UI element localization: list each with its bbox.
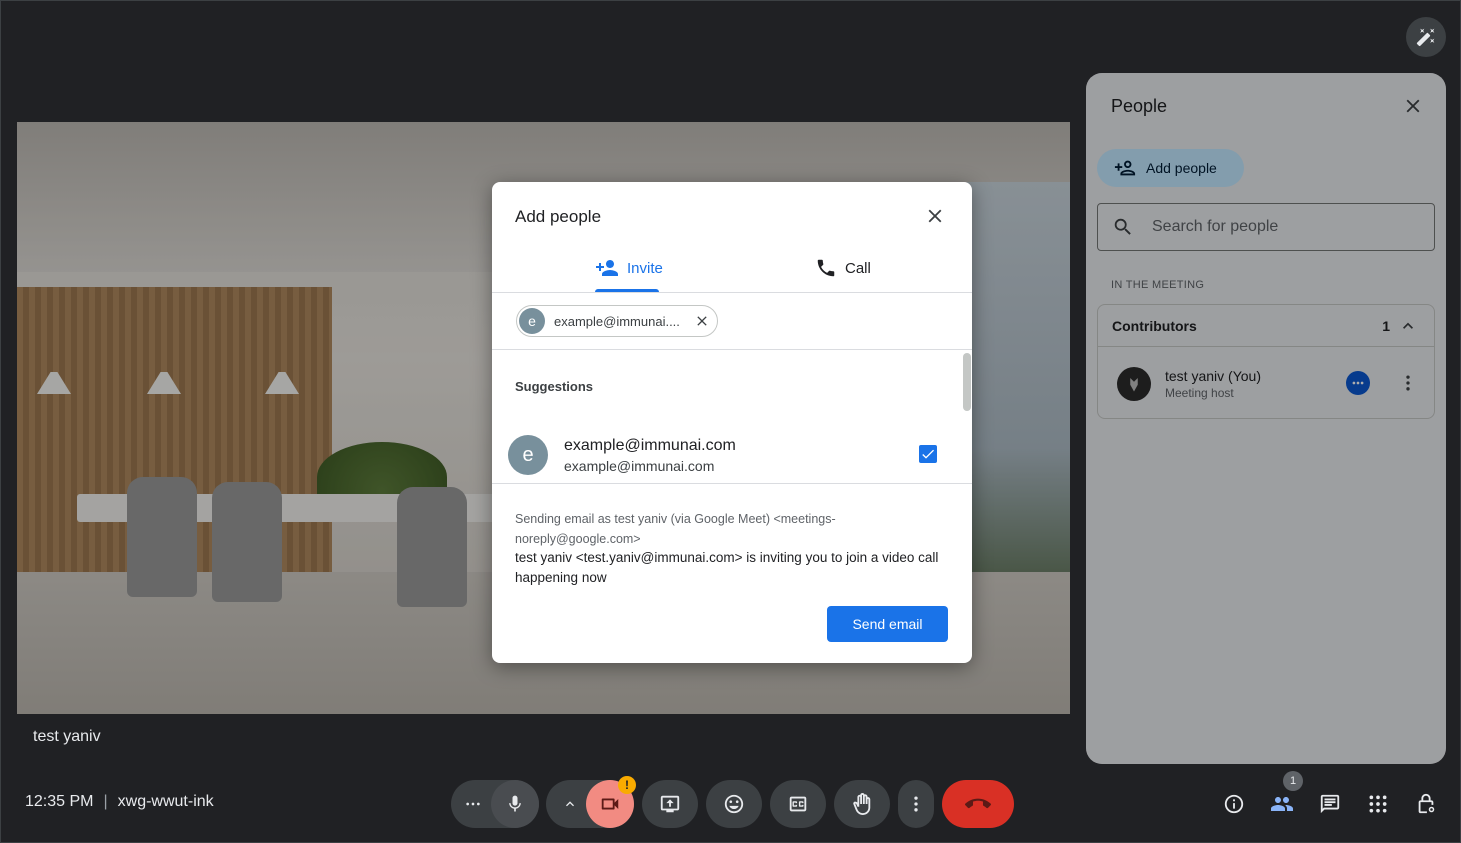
people-panel-close-button[interactable] xyxy=(1402,95,1424,117)
participant-name-label: test yaniv xyxy=(33,728,101,745)
end-call-icon xyxy=(965,798,991,809)
video-options-button[interactable] xyxy=(562,796,578,812)
people-icon xyxy=(1271,797,1293,811)
remove-invitee-button[interactable] xyxy=(694,313,710,329)
close-icon xyxy=(1406,99,1420,113)
suggestion-avatar: e xyxy=(508,435,548,475)
dialog-close-button[interactable] xyxy=(924,205,946,227)
more-vert-icon xyxy=(1406,375,1410,391)
meet-window: test yaniv 12:35 PM | xwg-wwut-ink ! 1 P… xyxy=(0,0,1461,843)
captions-icon xyxy=(789,796,807,812)
suggestion-item[interactable]: e example@immunai.com example@immunai.co… xyxy=(508,432,958,478)
search-people-input[interactable]: Search for people xyxy=(1097,203,1435,251)
chevron-up-icon xyxy=(1403,322,1413,329)
participant-name: test yaniv (You) xyxy=(1165,368,1261,384)
check-icon xyxy=(922,449,934,459)
person-add-icon xyxy=(1114,160,1136,176)
people-panel: People Add people Search for people IN T… xyxy=(1086,73,1446,764)
magic-wand-icon xyxy=(1416,28,1435,47)
invite-message: test yaniv <test.yaniv@immunai.com> is i… xyxy=(515,550,939,585)
meeting-details-button[interactable] xyxy=(1222,792,1246,816)
suggestion-email: example@immunai.com xyxy=(564,457,715,474)
contributors-group: Contributors 1 test yaniv (You) Meeting … xyxy=(1097,304,1435,419)
tab-invite[interactable]: Invite xyxy=(595,245,663,291)
suggestions-scrollbar[interactable] xyxy=(963,353,971,411)
close-icon xyxy=(697,316,707,326)
add-people-label: Add people xyxy=(1146,160,1217,176)
more-icon xyxy=(1352,381,1364,385)
chevron-up-icon xyxy=(566,801,574,807)
person-add-icon xyxy=(596,260,618,276)
search-placeholder: Search for people xyxy=(1152,218,1279,235)
tab-call[interactable]: Call xyxy=(815,245,871,291)
chip-email: example@immunai.... xyxy=(554,313,680,329)
captions-button[interactable] xyxy=(770,780,826,828)
participant-row: test yaniv (You) Meeting host xyxy=(1098,349,1434,419)
mic-button[interactable] xyxy=(491,780,539,828)
suggestion-name: example@immunai.com xyxy=(564,436,736,454)
emoji-icon xyxy=(724,794,744,814)
contributors-header[interactable]: Contributors 1 xyxy=(1098,305,1434,347)
close-icon xyxy=(928,209,942,223)
invitee-chip: e example@immunai.... xyxy=(516,305,718,337)
in-meeting-section-label: IN THE MEETING xyxy=(1111,279,1205,291)
contributors-label: Contributors xyxy=(1112,317,1197,334)
raise-hand-button[interactable] xyxy=(834,780,890,828)
avatar-logo-icon xyxy=(1130,378,1138,392)
send-email-button[interactable]: Send email xyxy=(827,606,948,642)
leave-call-button[interactable] xyxy=(942,780,1014,828)
more-options-button[interactable] xyxy=(898,780,934,828)
search-icon xyxy=(1114,218,1131,235)
divider xyxy=(492,349,972,350)
info-icon xyxy=(1224,794,1244,814)
raise-hand-icon xyxy=(853,793,871,815)
dialog-tabs: Invite Call xyxy=(515,245,948,293)
reactions-button[interactable] xyxy=(706,780,762,828)
suggestions-title: Suggestions xyxy=(515,379,594,394)
tab-call-label: Call xyxy=(845,259,871,277)
participant-more-button[interactable] xyxy=(1398,373,1418,398)
people-count-badge: 1 xyxy=(1283,771,1303,791)
show-everyone-button[interactable] xyxy=(1270,792,1294,816)
more-vert-icon xyxy=(914,796,918,812)
sender-info: Sending email as test yaniv (via Google … xyxy=(515,512,836,546)
host-controls-icon xyxy=(1418,793,1435,814)
more-icon xyxy=(466,802,480,806)
tab-invite-label: Invite xyxy=(627,259,663,277)
add-people-button[interactable]: Add people xyxy=(1097,149,1244,187)
meeting-details: 12:35 PM | xwg-wwut-ink xyxy=(25,793,214,811)
meeting-code: xwg-wwut-ink xyxy=(117,793,214,810)
divider xyxy=(492,483,972,484)
add-people-dialog: Add people Invite Call e example@immunai… xyxy=(492,182,972,663)
mic-control-group xyxy=(451,780,539,828)
people-panel-title: People xyxy=(1111,96,1168,116)
audio-options-button[interactable] xyxy=(465,796,481,812)
meeting-time: 12:35 PM xyxy=(25,793,94,810)
contributors-count: 1 xyxy=(1382,317,1390,334)
divider xyxy=(492,292,972,293)
phone-icon xyxy=(817,259,835,277)
activities-icon xyxy=(1369,795,1387,813)
chat-icon xyxy=(1320,794,1340,814)
present-button[interactable] xyxy=(642,780,698,828)
avatar xyxy=(1117,367,1151,401)
mic-icon xyxy=(509,795,521,812)
present-icon xyxy=(660,795,680,813)
participant-audio-indicator xyxy=(1346,371,1370,395)
camera-off-icon xyxy=(601,798,619,810)
visual-effects-button[interactable] xyxy=(1406,17,1446,57)
camera-warning-badge: ! xyxy=(618,776,636,794)
suggestion-checkbox[interactable] xyxy=(919,445,937,463)
meeting-separator: | xyxy=(103,793,108,810)
chat-button[interactable] xyxy=(1318,792,1342,816)
dialog-title: Add people xyxy=(515,207,602,226)
chip-avatar: e xyxy=(519,308,545,334)
host-controls-button[interactable] xyxy=(1414,792,1438,816)
activities-button[interactable] xyxy=(1366,792,1390,816)
participant-role: Meeting host xyxy=(1165,386,1234,400)
